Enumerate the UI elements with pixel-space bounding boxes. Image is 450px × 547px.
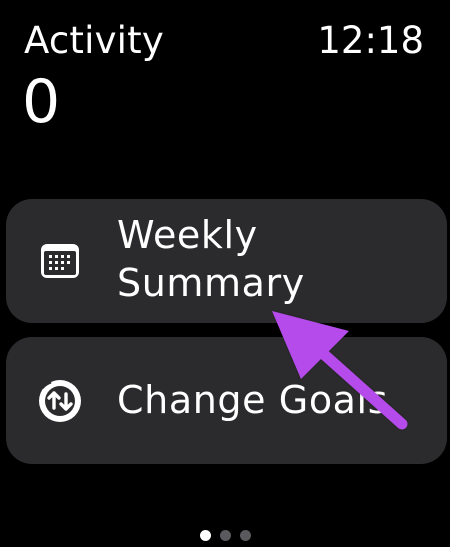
- calendar-icon: [37, 238, 83, 284]
- page-indicator: [0, 530, 450, 542]
- page-dot: [219, 530, 231, 541]
- change-goals-button[interactable]: Change Goals: [6, 337, 447, 464]
- scrolled-activity-value: 0: [22, 72, 61, 124]
- page-dot-current: [199, 530, 211, 541]
- clock-time: 12:18: [317, 19, 424, 62]
- weekly-summary-label: Weekly Summary: [117, 213, 305, 305]
- status-bar: Activity 12:18: [0, 0, 450, 70]
- weekly-summary-button[interactable]: Weekly Summary: [6, 199, 447, 323]
- app-title: Activity: [24, 19, 164, 62]
- change-goals-icon: [37, 378, 83, 424]
- change-goals-label: Change Goals: [117, 378, 389, 422]
- page-dot: [239, 530, 251, 541]
